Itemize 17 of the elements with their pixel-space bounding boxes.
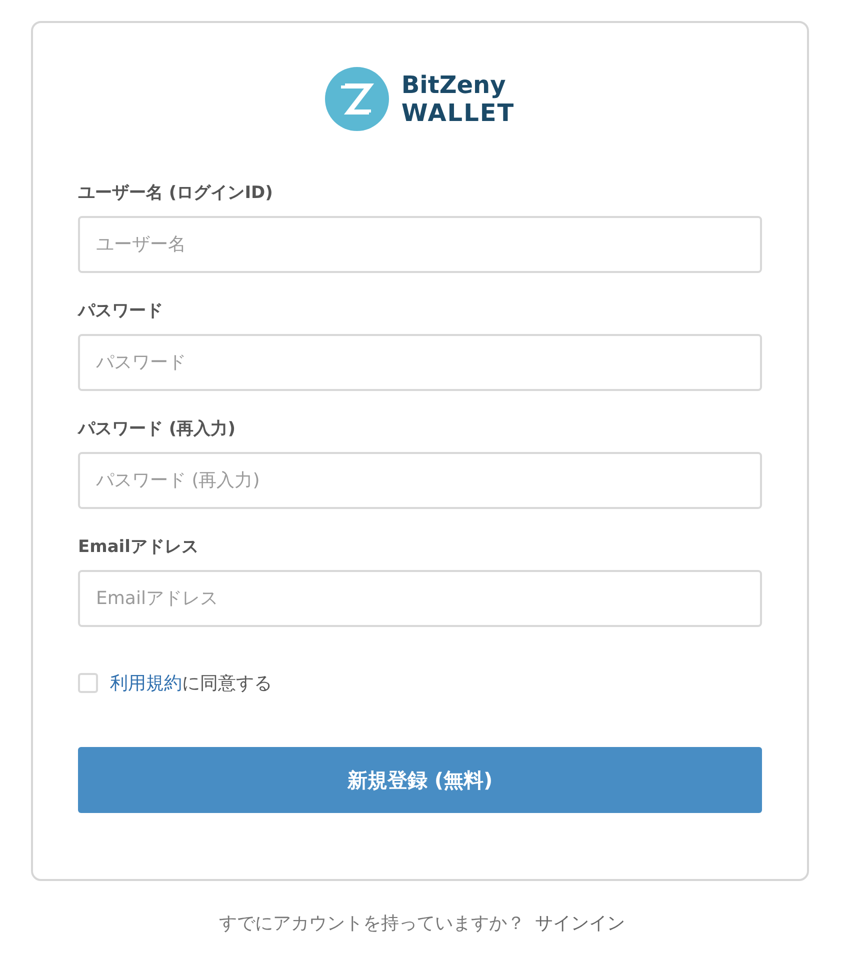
field-label: パスワード (再入力) xyxy=(78,418,236,440)
terms-link[interactable]: 利用規約 xyxy=(110,673,182,694)
field-label: Emailアドレス xyxy=(78,536,200,558)
input-field[interactable]: ユーザー名 xyxy=(78,216,762,273)
account-prompt: すでにアカウントを持っていますか？ xyxy=(219,912,525,935)
logo-icon xyxy=(325,67,390,131)
checkbox[interactable] xyxy=(78,673,98,693)
logo-title: BitZeny xyxy=(401,71,507,99)
logo-subtitle: WALLET xyxy=(401,99,515,127)
field-label: パスワード xyxy=(78,300,164,322)
register-button[interactable]: 新規登録 (無料) xyxy=(78,747,762,813)
input-field[interactable]: パスワード xyxy=(78,334,762,391)
sign-in-link[interactable]: サインイン xyxy=(535,911,625,935)
agreement-text: 利用規約に同意する xyxy=(110,672,272,695)
field-label: ユーザー名 (ログインID) xyxy=(78,182,274,204)
input-field[interactable]: Emailアドレス xyxy=(78,570,762,627)
input-field[interactable]: パスワード (再入力) xyxy=(78,452,762,509)
